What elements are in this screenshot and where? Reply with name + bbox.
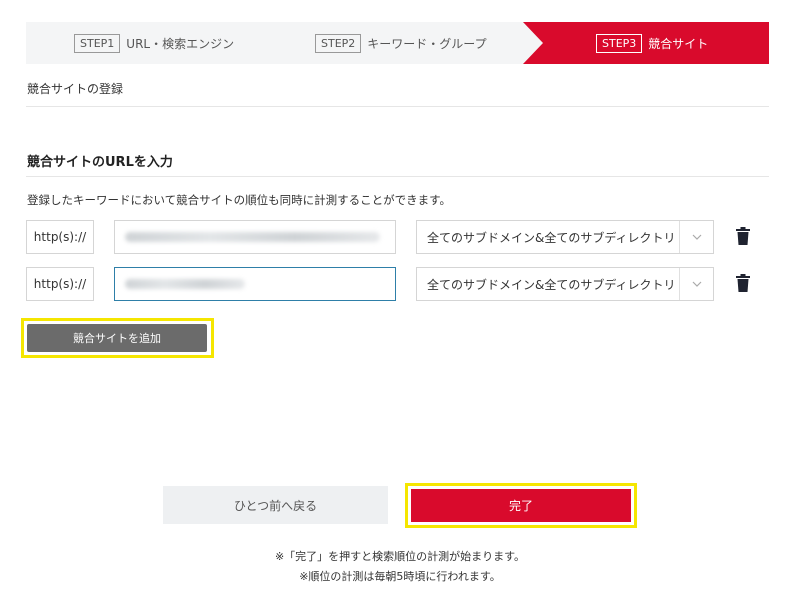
competitor-url-input[interactable]: [114, 267, 396, 301]
step-1-number: STEP1: [74, 33, 121, 53]
step-1: STEP1 URL・検索エンジン: [74, 22, 234, 64]
step-3: STEP3 競合サイト: [596, 22, 708, 64]
chevron-down-icon[interactable]: [679, 268, 713, 300]
step-progress-bar: STEP1 URL・検索エンジン STEP2 キーワード・グループ STEP3 …: [26, 22, 769, 64]
competitor-url-input[interactable]: [114, 220, 396, 254]
sub-title: 競合サイトのURLを入力: [27, 155, 173, 170]
done-button-highlight: 完了: [405, 483, 637, 528]
scope-select[interactable]: 全てのサブドメイン&全てのサブディレクトリ: [416, 220, 714, 254]
add-competitor-button[interactable]: 競合サイトを追加: [27, 324, 207, 352]
divider: [26, 106, 769, 107]
url-prefix-label: http(s)://: [26, 267, 94, 301]
blurred-url-text: [125, 232, 380, 242]
divider: [26, 176, 769, 177]
trash-icon[interactable]: [736, 274, 750, 292]
back-button[interactable]: ひとつ前へ戻る: [163, 486, 388, 524]
trash-icon[interactable]: [736, 227, 750, 245]
competitor-row: http(s):// 全てのサブドメイン&全てのサブディレクトリ: [26, 267, 769, 301]
done-button[interactable]: 完了: [411, 489, 631, 522]
step-2-label: キーワード・グループ: [367, 36, 487, 51]
add-button-highlight: 競合サイトを追加: [21, 318, 214, 358]
step-3-label: 競合サイト: [648, 36, 709, 51]
step-2: STEP2 キーワード・グループ: [315, 22, 487, 64]
step-1-label: URL・検索エンジン: [126, 36, 235, 51]
scope-select[interactable]: 全てのサブドメイン&全てのサブディレクトリ: [416, 267, 714, 301]
section-title: 競合サイトの登録: [27, 82, 124, 96]
chevron-down-icon[interactable]: [679, 221, 713, 253]
note-text: ※「完了」を押すと検索順位の計測が始まります。: [274, 550, 526, 563]
url-prefix-label: http(s)://: [26, 220, 94, 254]
scope-select-value: 全てのサブドメイン&全てのサブディレクトリ: [427, 230, 676, 245]
competitor-row: http(s):// 全てのサブドメイン&全てのサブディレクトリ: [26, 220, 769, 254]
step-2-number: STEP2: [315, 33, 362, 53]
note-text: ※順位の計測は毎朝5時頃に行われます。: [299, 570, 501, 583]
scope-select-value: 全てのサブドメイン&全てのサブディレクトリ: [427, 277, 676, 292]
blurred-url-text: [125, 279, 245, 289]
step-3-number: STEP3: [596, 33, 643, 53]
description-text: 登録したキーワードにおいて競合サイトの順位も同時に計測することができます。: [27, 193, 452, 207]
